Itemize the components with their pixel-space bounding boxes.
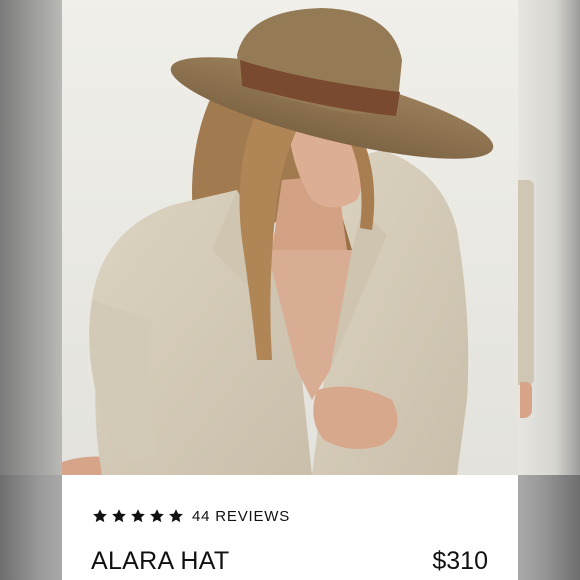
product-price: $310 xyxy=(432,547,488,575)
rating-stars xyxy=(92,508,184,524)
reviews-link[interactable]: 44 REVIEWS xyxy=(192,508,290,525)
product-card[interactable]: 44 REVIEWS ALARA HAT $310 xyxy=(62,0,518,580)
product-title: ALARA HAT xyxy=(91,547,230,575)
next-product-photo[interactable] xyxy=(518,0,580,475)
next-photo-sleeve xyxy=(518,180,534,385)
product-info: 44 REVIEWS ALARA HAT $310 xyxy=(62,475,518,580)
star-icon xyxy=(169,509,183,523)
star-icon xyxy=(150,509,164,523)
rating-row[interactable]: 44 REVIEWS xyxy=(92,507,290,525)
star-icon xyxy=(131,509,145,523)
product-photo[interactable] xyxy=(62,0,518,475)
star-icon xyxy=(93,509,107,523)
previous-product-photo[interactable] xyxy=(0,0,62,475)
star-icon xyxy=(112,509,126,523)
screen: 44 REVIEWS ALARA HAT $310 xyxy=(0,0,580,580)
next-photo-hand xyxy=(520,382,532,418)
model-wearing-hat-illustration xyxy=(62,0,518,475)
